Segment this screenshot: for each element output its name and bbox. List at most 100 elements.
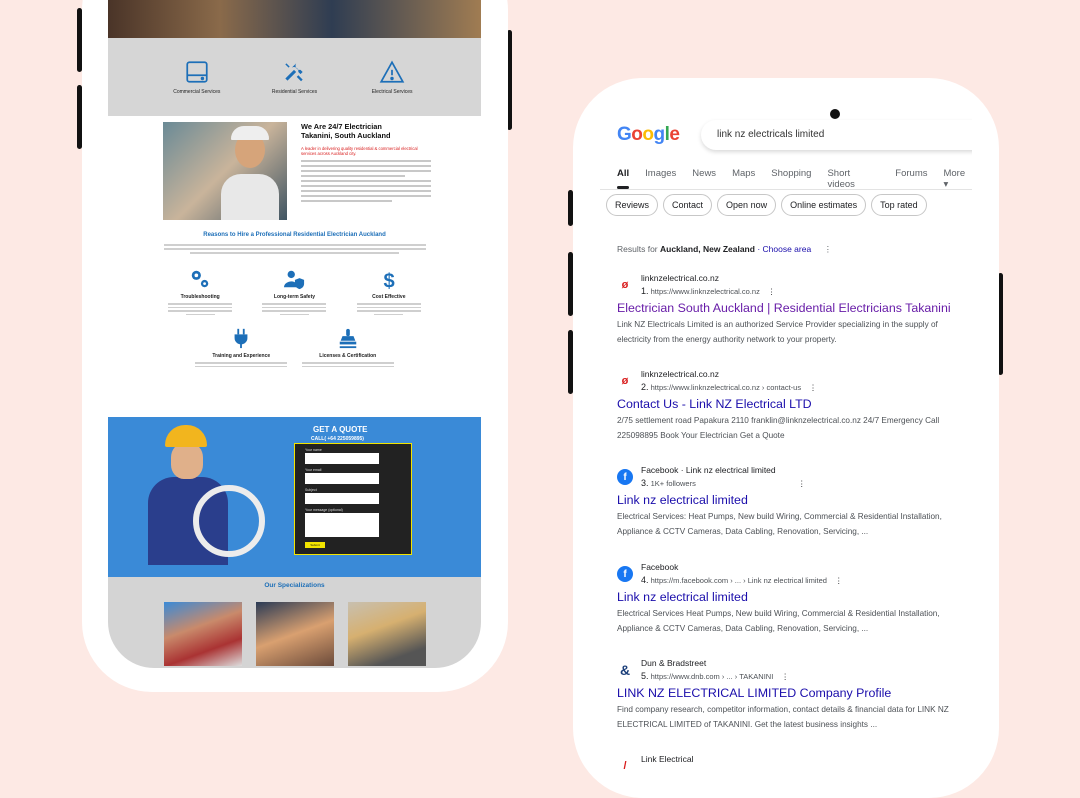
feature-licenses: Licenses & Certification [298, 327, 398, 369]
feature-title: Cost Effective [372, 294, 406, 300]
hard-drive-icon [186, 61, 208, 83]
search-result: ø linknzelectrical.co.nz 1. https://www.… [617, 273, 972, 347]
result-site: Dun & Bradstreet [641, 658, 707, 668]
field-label: Subject [305, 488, 317, 492]
result-title[interactable]: Electrician South Auckland | Residential… [617, 301, 972, 315]
chip-contact[interactable]: Contact [663, 194, 713, 216]
more-options-icon[interactable]: ⋮ [835, 576, 843, 585]
result-url[interactable]: 4. https://m.facebook.com › ... › Link n… [641, 575, 843, 585]
chip-reviews[interactable]: Reviews [606, 194, 659, 216]
name-field[interactable] [305, 453, 379, 464]
search-result: f Facebook · Link nz electrical limited … [617, 465, 972, 539]
quote-phone[interactable]: CALL( +64 225059895) [311, 436, 364, 442]
result-url[interactable]: 2. https://www.linknzelectrical.co.nz › … [641, 382, 817, 392]
feature-title: Training and Experience [212, 353, 271, 359]
field-label: Your email [305, 468, 322, 472]
result-title[interactable]: Link nz electrical limited [617, 493, 972, 507]
result-title[interactable]: Link nz electrical limited [617, 590, 972, 604]
filter-chips: Reviews Contact Open now Online estimate… [606, 194, 927, 216]
specialization-image[interactable] [163, 602, 242, 666]
submit-button[interactable]: Submit [305, 542, 325, 548]
electrician-photo [163, 122, 287, 220]
link-electrical-favicon: / [623, 760, 627, 772]
dollar-icon: $ [383, 270, 394, 290]
service-electrical[interactable]: Electrical Services [357, 59, 427, 95]
tab-maps[interactable]: Maps [732, 168, 755, 190]
tab-images[interactable]: Images [645, 168, 676, 190]
more-options-icon[interactable]: ⋮ [809, 383, 817, 392]
chip-top-rated[interactable]: Top rated [871, 194, 927, 216]
search-result: f Facebook 4. https://m.facebook.com › .… [617, 562, 972, 636]
feature-title: Troubleshooting [180, 294, 220, 300]
reasons-title: Reasons to Hire a Professional Residenti… [203, 232, 386, 238]
specialization-image[interactable] [255, 602, 334, 666]
warning-icon [379, 60, 405, 83]
result-site: linknzelectrical.co.nz [641, 369, 719, 379]
email-field[interactable] [305, 473, 379, 484]
result-url[interactable]: 1. https://www.linknzelectrical.co.nz ⋮ [641, 286, 775, 296]
feature-training: Training and Experience [191, 327, 291, 369]
hero-image [108, 0, 481, 38]
chip-online-estimates[interactable]: Online estimates [781, 194, 867, 216]
search-box[interactable] [701, 120, 972, 150]
linknz-favicon: ø [621, 279, 629, 291]
plug-icon [234, 328, 248, 349]
service-label: Electrical Services [371, 89, 413, 95]
about-section: We Are 24/7 Electrician Takanini, South A… [108, 116, 481, 220]
result-snippet: Electrical Services Heat Pumps, New buil… [617, 609, 940, 633]
result-snippet: Link NZ Electricals Limited is an author… [617, 320, 938, 344]
result-snippet: Find company research, competitor inform… [617, 705, 949, 729]
chip-open-now[interactable]: Open now [717, 194, 777, 216]
field-label: Your name [305, 448, 322, 452]
tabs-divider [600, 189, 972, 190]
result-site: linknzelectrical.co.nz [641, 273, 719, 283]
choose-area-link[interactable]: · Choose area [755, 244, 811, 254]
tab-forums[interactable]: Forums [895, 168, 927, 190]
result-title[interactable]: LINK NZ ELECTRICAL LIMITED Company Profi… [617, 686, 972, 700]
tab-short-videos[interactable]: Short videos [827, 168, 879, 190]
search-tabs: All Images News Maps Shopping Short vide… [617, 168, 972, 190]
more-options-icon[interactable]: ⋮ [824, 244, 833, 254]
feature-title: Licenses & Certification [319, 353, 377, 359]
feature-troubleshooting: Troubleshooting [164, 268, 236, 317]
message-field[interactable] [305, 513, 379, 537]
feature-cost: $ Cost Effective [353, 268, 425, 317]
tab-more[interactable]: More ▾ [943, 168, 972, 190]
google-logo[interactable]: Google [617, 124, 680, 146]
more-options-icon[interactable]: ⋮ [781, 672, 789, 681]
service-label: Commercial Services [173, 89, 221, 95]
specializations-title: Our Specializations [264, 582, 325, 589]
more-options-icon[interactable]: ⋮ [768, 287, 776, 296]
specialization-image[interactable] [347, 602, 426, 666]
gears-icon [191, 270, 209, 288]
features-row-2: Training and Experience Licenses & Certi… [108, 327, 481, 369]
tab-news[interactable]: News [692, 168, 716, 190]
search-result: ø linknzelectrical.co.nz 2. https://www.… [617, 369, 972, 443]
result-site: Facebook [641, 562, 679, 572]
result-url[interactable]: 5. https://www.dnb.com › ... › TAKANINI … [641, 671, 789, 681]
dnb-icon: & [619, 662, 631, 678]
services-band: Commercial Services Residential Services… [108, 38, 481, 116]
result-title[interactable]: Contact Us - Link NZ Electrical LTD [617, 397, 972, 411]
reasons-paragraph [163, 244, 426, 254]
search-result: / Link Electrical [617, 754, 972, 774]
service-residential[interactable]: Residential Services [259, 59, 329, 95]
more-options-icon[interactable]: ⋮ [798, 479, 806, 488]
quote-section: GET A QUOTE CALL( +64 225059895) Your na… [108, 417, 481, 577]
results-for: Results for Auckland, New Zealand · Choo… [617, 244, 833, 254]
features-row-1: Troubleshooting Long-term Safety $ Cost … [108, 268, 481, 317]
website-screen: Commercial Services Residential Services… [108, 0, 481, 668]
result-snippet: Electrical Services: Heat Pumps, New bui… [617, 512, 942, 536]
result-url[interactable]: 3. 1K+ followers ⋮ [641, 478, 805, 488]
search-input[interactable] [715, 128, 969, 141]
subject-field[interactable] [305, 493, 379, 504]
service-commercial[interactable]: Commercial Services [162, 59, 232, 95]
field-label: Your message (optional) [305, 508, 343, 512]
result-snippet: 2/75 settlement road Papakura 2110 frank… [617, 416, 940, 440]
search-result: & Dun & Bradstreet 5. https://www.dnb.co… [617, 658, 972, 732]
worker-photo [143, 425, 265, 565]
specializations-section: Our Specializations [108, 577, 481, 668]
about-body-text [301, 160, 431, 202]
tab-shopping[interactable]: Shopping [771, 168, 811, 190]
facebook-icon: f [617, 469, 633, 485]
